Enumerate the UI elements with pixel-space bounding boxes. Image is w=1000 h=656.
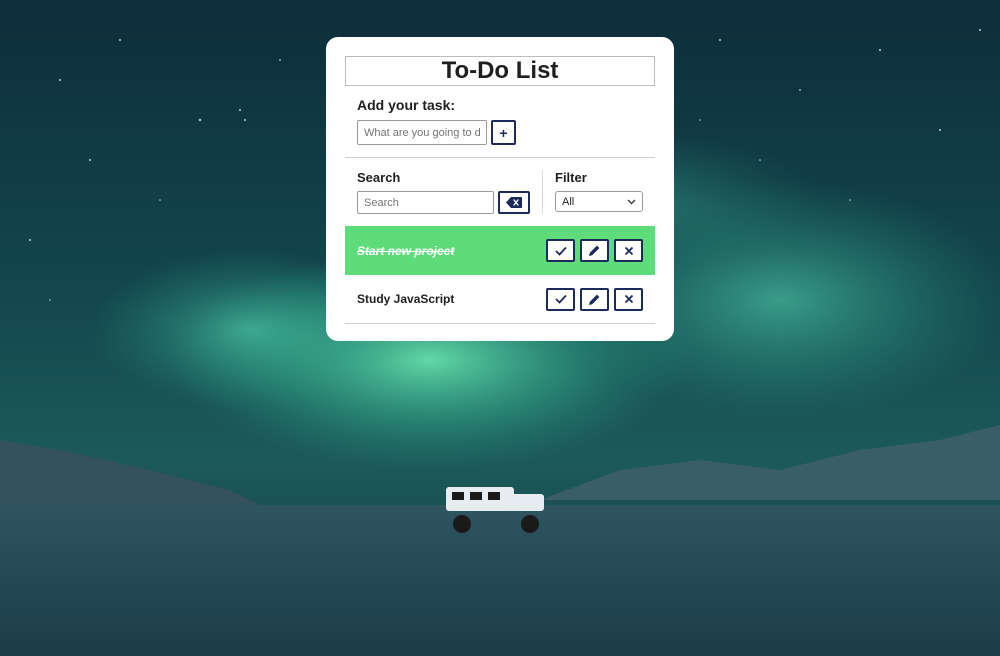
close-icon — [624, 246, 633, 255]
todo-actions — [546, 287, 643, 311]
delete-button[interactable] — [614, 287, 643, 311]
search-section: Search — [345, 158, 542, 226]
filter-select[interactable]: All — [555, 191, 643, 212]
close-icon — [624, 294, 633, 304]
todo-card: To-Do List Add your task: + Search Filte… — [326, 37, 674, 341]
check-icon — [554, 246, 567, 256]
todo-item: Start new project — [345, 226, 655, 275]
add-task-row: + — [357, 120, 655, 145]
pencil-icon — [589, 294, 600, 305]
page-title: To-Do List — [345, 56, 655, 86]
filter-label: Filter — [555, 170, 587, 185]
add-task-input[interactable] — [357, 120, 487, 145]
todo-item: Study JavaScript — [345, 275, 655, 324]
edit-button[interactable] — [580, 239, 609, 262]
complete-button[interactable] — [546, 239, 575, 262]
add-task-button[interactable]: + — [491, 120, 516, 145]
search-input[interactable] — [357, 191, 494, 214]
search-label: Search — [357, 170, 401, 185]
edit-button[interactable] — [580, 287, 609, 311]
complete-button[interactable] — [546, 287, 575, 311]
filter-section: Filter All — [543, 158, 643, 226]
backspace-icon — [506, 197, 522, 208]
todo-text: Study JavaScript — [357, 292, 455, 306]
todo-actions — [546, 239, 643, 262]
pencil-icon — [589, 245, 600, 256]
todo-text: Start new project — [357, 243, 455, 258]
search-filter-row: Search Filter All — [345, 158, 655, 226]
search-row — [357, 191, 542, 214]
check-icon — [554, 294, 567, 304]
delete-button[interactable] — [614, 239, 643, 262]
chevron-down-icon — [627, 199, 636, 204]
filter-selected-value: All — [562, 195, 575, 208]
clear-search-button[interactable] — [498, 191, 530, 214]
add-task-label: Add your task: — [357, 97, 456, 113]
